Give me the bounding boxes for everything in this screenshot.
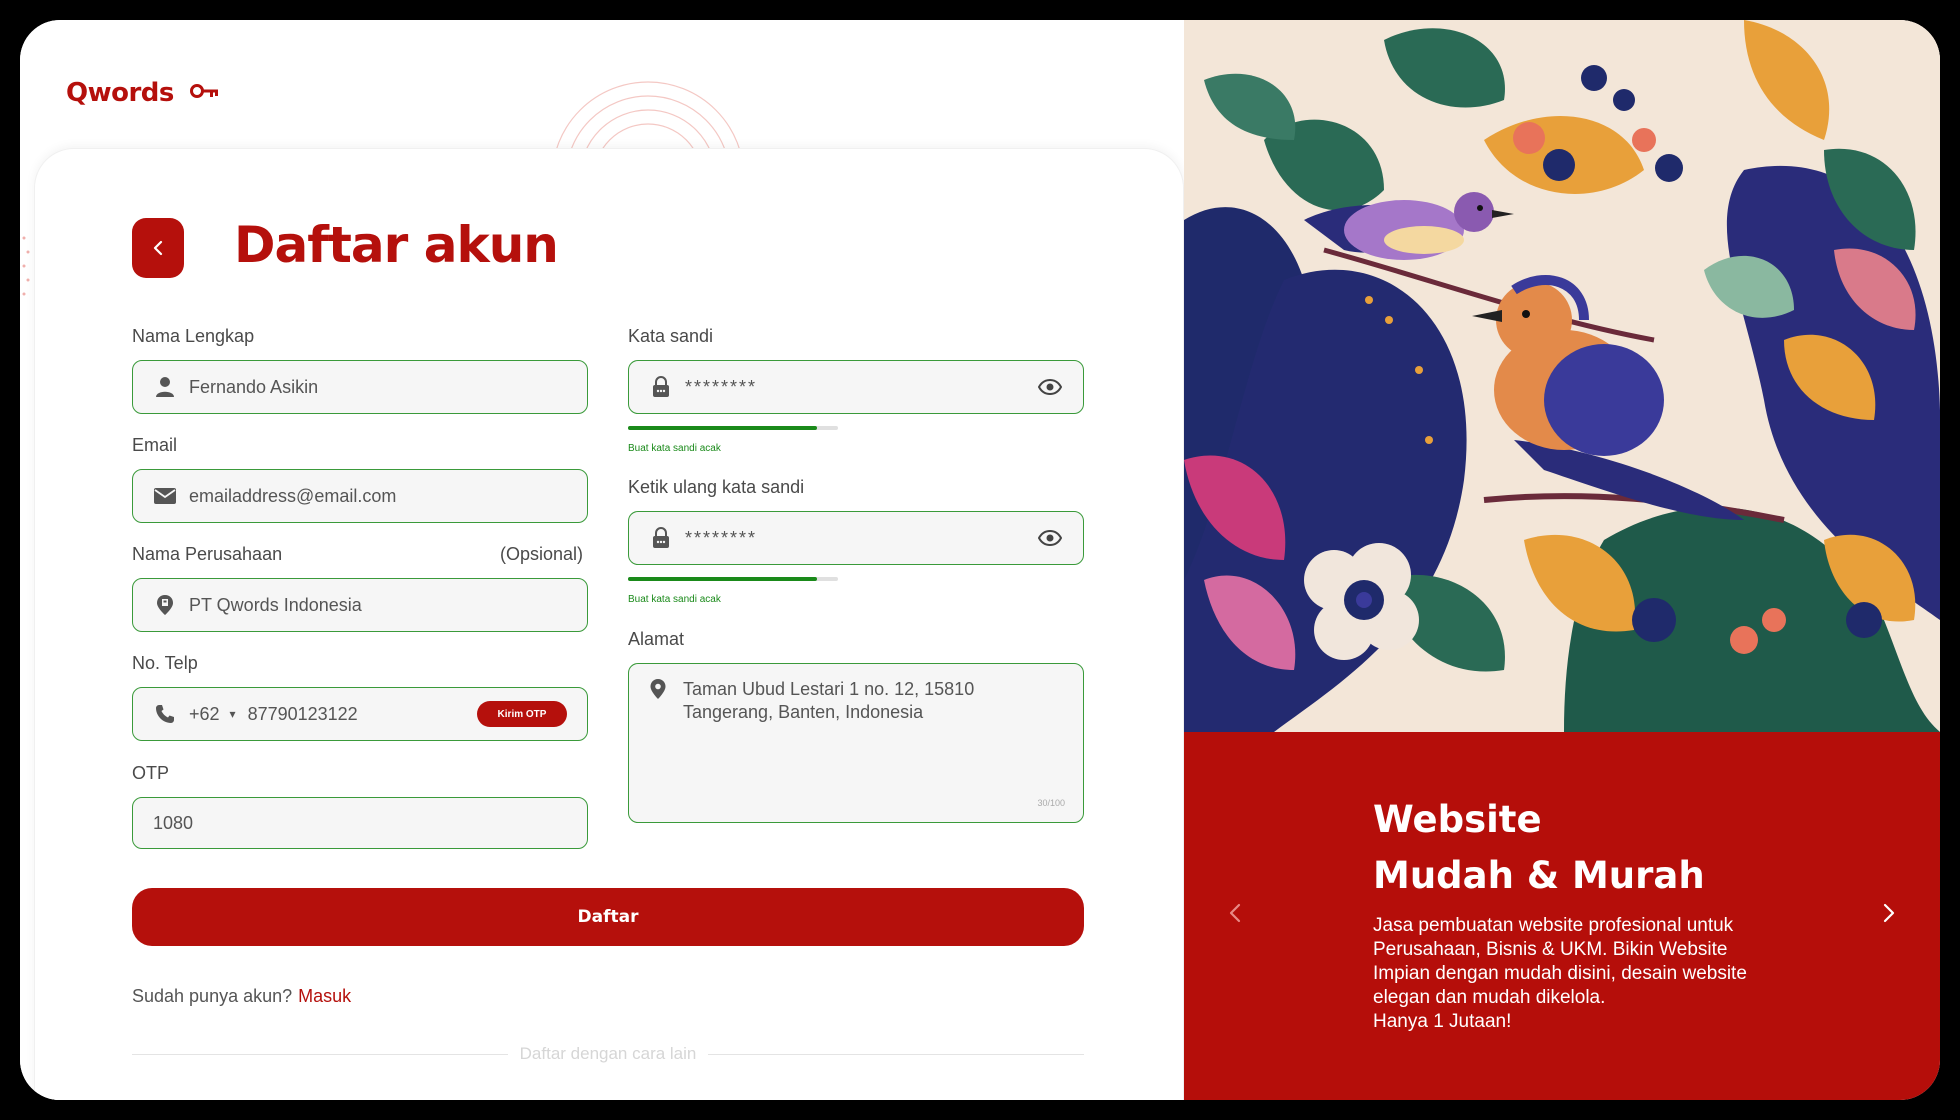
brand-name: Qwords	[66, 78, 174, 108]
promo-title-line2: Mudah & Murah	[1373, 854, 1705, 897]
phone-country-code[interactable]: +62	[189, 704, 220, 725]
phone-field[interactable]: +62 ▾ 87790123122 Kirim OTP	[132, 687, 588, 741]
password-confirm-label: Ketik ulang kata sandi	[628, 477, 805, 497]
password-hint: Buat kata sandi acak	[628, 443, 721, 454]
company-label: Nama Perusahaan	[132, 544, 283, 564]
promo-description-block: Jasa pembuatan website profesional untuk…	[1373, 914, 1763, 1034]
promo-tagline: Hanya 1 Jutaan!	[1373, 1011, 1512, 1032]
lock-icon	[649, 375, 673, 399]
otp-value: 1080	[153, 812, 194, 833]
registration-panel: Qwords Daftar akun Nama Lengkap Fernando…	[20, 20, 1184, 1100]
promo-panel: Website Mudah & Murah Jasa pembuatan web…	[1184, 20, 1940, 1100]
password-label: Kata sandi	[628, 326, 714, 346]
password-confirm-strength-fill	[628, 577, 817, 581]
key-icon	[189, 82, 220, 104]
divider-line	[132, 1053, 508, 1055]
password-confirm-strength-bar	[628, 577, 838, 581]
password-confirm-field[interactable]: ********	[628, 511, 1084, 565]
phone-icon	[153, 702, 177, 726]
decorative-dots	[22, 236, 30, 296]
chevron-left-icon	[1229, 903, 1241, 923]
send-otp-button[interactable]: Kirim OTP	[477, 701, 567, 727]
signin-link[interactable]: Masuk	[298, 986, 351, 1006]
brand-logo[interactable]: Qwords	[66, 78, 220, 108]
alt-signup-text: Daftar dengan cara lain	[519, 1044, 697, 1063]
address-char-counter: 30/100	[1037, 798, 1065, 808]
password-confirm-hint: Buat kata sandi acak	[628, 594, 721, 605]
eye-icon[interactable]	[1037, 525, 1063, 551]
company-value: PT Qwords Indonesia	[189, 594, 362, 615]
chevron-right-icon	[1883, 903, 1895, 923]
back-button[interactable]	[132, 218, 184, 278]
building-pin-icon	[153, 593, 177, 617]
eye-icon[interactable]	[1037, 374, 1063, 400]
country-code-dropdown-icon[interactable]: ▾	[230, 707, 236, 721]
screen: Qwords Daftar akun Nama Lengkap Fernando…	[20, 20, 1940, 1100]
password-strength-fill	[628, 426, 817, 430]
full-name-value: Fernando Asikin	[189, 376, 319, 397]
phone-value: 87790123122	[247, 703, 358, 724]
email-value: emailaddress@email.com	[189, 485, 397, 506]
email-label: Email	[132, 435, 178, 455]
promo-title-line1: Website	[1373, 798, 1542, 841]
password-strength-bar	[628, 426, 838, 430]
device-frame: Qwords Daftar akun Nama Lengkap Fernando…	[0, 0, 1960, 1120]
carousel-prev-button[interactable]	[1220, 898, 1250, 928]
lock-icon	[649, 526, 673, 550]
page-title: Daftar akun	[234, 216, 559, 274]
back-chevron-icon	[153, 240, 163, 256]
full-name-label: Nama Lengkap	[132, 326, 255, 346]
full-name-field[interactable]: Fernando Asikin	[132, 360, 588, 414]
signin-prompt: Sudah punya akun?	[132, 986, 293, 1006]
location-pin-icon	[649, 678, 667, 704]
user-icon	[153, 375, 177, 399]
promo-description: Jasa pembuatan website profesional untuk…	[1373, 915, 1747, 1008]
password-field[interactable]: ********	[628, 360, 1084, 414]
otp-field[interactable]: 1080	[132, 797, 588, 849]
botanical-bird-illustration	[1184, 20, 1940, 732]
carousel-next-button[interactable]	[1874, 898, 1904, 928]
password-confirm-value: ********	[685, 527, 758, 548]
flower	[1304, 543, 1419, 660]
address-label: Alamat	[628, 629, 685, 649]
promo-banner: Website Mudah & Murah Jasa pembuatan web…	[1184, 732, 1940, 1100]
alt-signup-divider: Daftar dengan cara lain	[132, 1044, 1085, 1064]
company-field[interactable]: PT Qwords Indonesia	[132, 578, 588, 632]
signin-row: Sudah punya akun? Masuk	[132, 986, 351, 1007]
address-field[interactable]: Taman Ubud Lestari 1 no. 12, 15810 Tange…	[628, 663, 1084, 823]
otp-label: OTP	[132, 763, 170, 783]
email-field[interactable]: emailaddress@email.com	[132, 469, 588, 523]
address-value: Taman Ubud Lestari 1 no. 12, 15810 Tange…	[683, 679, 975, 722]
password-value: ********	[685, 376, 758, 397]
register-button[interactable]: Daftar	[132, 888, 1084, 946]
phone-label: No. Telp	[132, 653, 198, 673]
promo-title: Website Mudah & Murah	[1373, 792, 1705, 904]
company-optional-label: (Opsional)	[500, 544, 584, 564]
divider-line	[708, 1053, 1085, 1055]
mail-icon	[153, 484, 177, 508]
